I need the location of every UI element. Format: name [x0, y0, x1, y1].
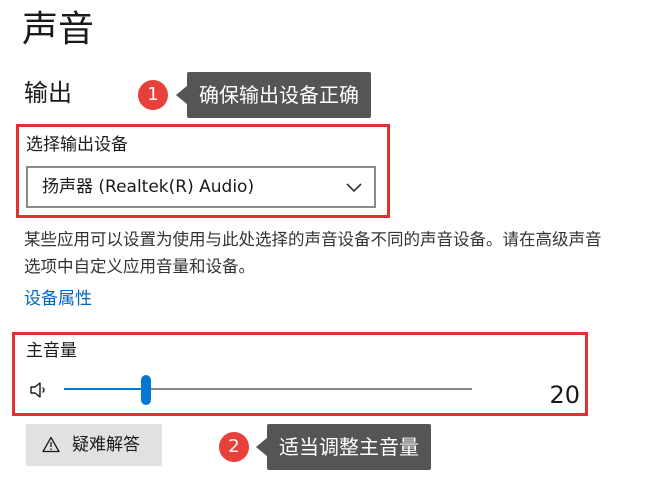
annotation-2-badge: 2	[219, 432, 249, 462]
annotation-1-callout: 确保输出设备正确	[187, 72, 371, 118]
volume-slider-track[interactable]	[64, 388, 472, 390]
annotation-1-badge: 1	[138, 80, 168, 110]
master-volume-label: 主音量	[26, 341, 77, 361]
warning-icon	[42, 436, 60, 453]
chevron-down-icon	[346, 183, 362, 193]
output-description: 某些应用可以设置为使用与此处选择的声音设备不同的声音设备。请在高级声音选项中自定…	[24, 230, 602, 276]
output-heading: 输出	[24, 79, 72, 107]
volume-slider-thumb[interactable]	[141, 375, 151, 405]
output-device-dropdown[interactable]: 扬声器 (Realtek(R) Audio)	[26, 166, 376, 208]
device-properties-link[interactable]: 设备属性	[24, 286, 92, 312]
troubleshoot-label: 疑难解答	[72, 435, 140, 455]
speaker-icon[interactable]	[28, 380, 48, 400]
annotation-2-callout: 适当调整主音量	[267, 424, 431, 470]
output-device-label: 选择输出设备	[26, 135, 128, 155]
output-device-value: 扬声器 (Realtek(R) Audio)	[42, 177, 255, 197]
page-title: 声音	[22, 9, 95, 50]
troubleshoot-button[interactable]: 疑难解答	[26, 424, 162, 466]
volume-value: 20	[549, 381, 580, 409]
master-volume-highlight	[12, 332, 588, 416]
volume-slider-fill	[64, 388, 146, 390]
